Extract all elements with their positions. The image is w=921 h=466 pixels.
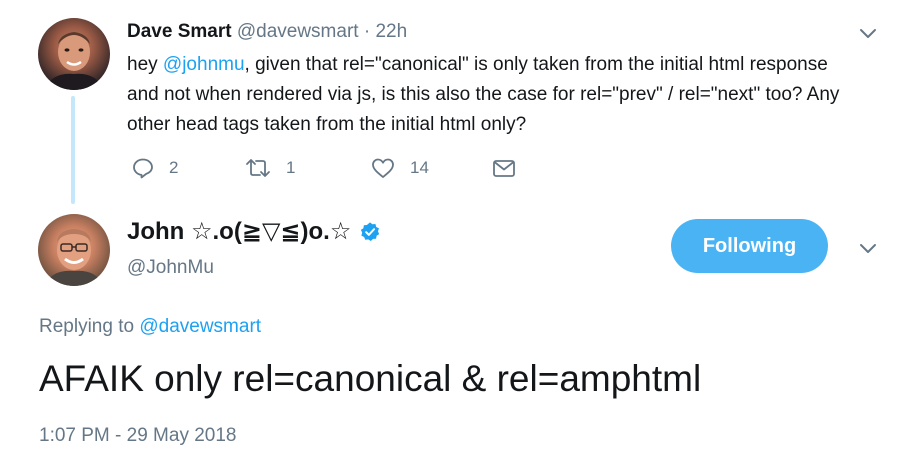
reply-icon [131, 156, 155, 180]
following-button[interactable]: Following [671, 219, 828, 273]
replying-to: Replying to @davewsmart [39, 316, 261, 338]
author-name-text[interactable]: John ☆.o(≧▽≦)o.☆ [127, 217, 351, 246]
like-count: 14 [410, 158, 429, 177]
retweet-count: 1 [286, 158, 296, 177]
direct-message-icon [491, 156, 517, 180]
author-handle[interactable]: @davewsmart [237, 21, 359, 42]
author-name[interactable]: Dave Smart [127, 21, 232, 42]
avatar[interactable] [38, 214, 110, 286]
tweet-time[interactable]: 22h [375, 21, 407, 42]
tweet-text: hey @johnmu, given that rel="canonical" … [127, 50, 847, 140]
tweet-timestamp[interactable]: 1:07 PM - 29 May 2018 [39, 425, 237, 447]
thread-line [71, 96, 75, 204]
direct-message-button[interactable] [491, 156, 517, 180]
retweet-icon [244, 156, 272, 180]
avatar[interactable] [38, 18, 110, 90]
verified-badge-icon [359, 221, 381, 243]
separator-dot: · [363, 21, 371, 42]
chevron-down-icon[interactable] [857, 22, 879, 44]
replying-to-handle[interactable]: @davewsmart [139, 316, 261, 337]
retweet-button[interactable]: 1 [244, 156, 295, 180]
author-name[interactable]: John ☆.o(≧▽≦)o.☆ [127, 217, 381, 246]
replying-to-label: Replying to [39, 316, 140, 337]
tweet-header: Dave Smart @davewsmart · 22h [127, 21, 407, 43]
tweet-text-start: hey [127, 54, 163, 75]
reply-tweet-text: AFAIK only rel=canonical & rel=amphtml [39, 358, 702, 399]
author-handle[interactable]: @JohnMu [127, 257, 214, 279]
reply-count: 2 [169, 158, 179, 177]
original-tweet[interactable]: Dave Smart @davewsmart · 22h hey @johnmu… [0, 0, 921, 205]
chevron-down-icon[interactable] [857, 237, 879, 259]
like-button[interactable]: 14 [370, 156, 429, 180]
mention-link[interactable]: @johnmu [163, 54, 245, 75]
like-icon [370, 156, 396, 180]
reply-button[interactable]: 2 [131, 156, 178, 180]
